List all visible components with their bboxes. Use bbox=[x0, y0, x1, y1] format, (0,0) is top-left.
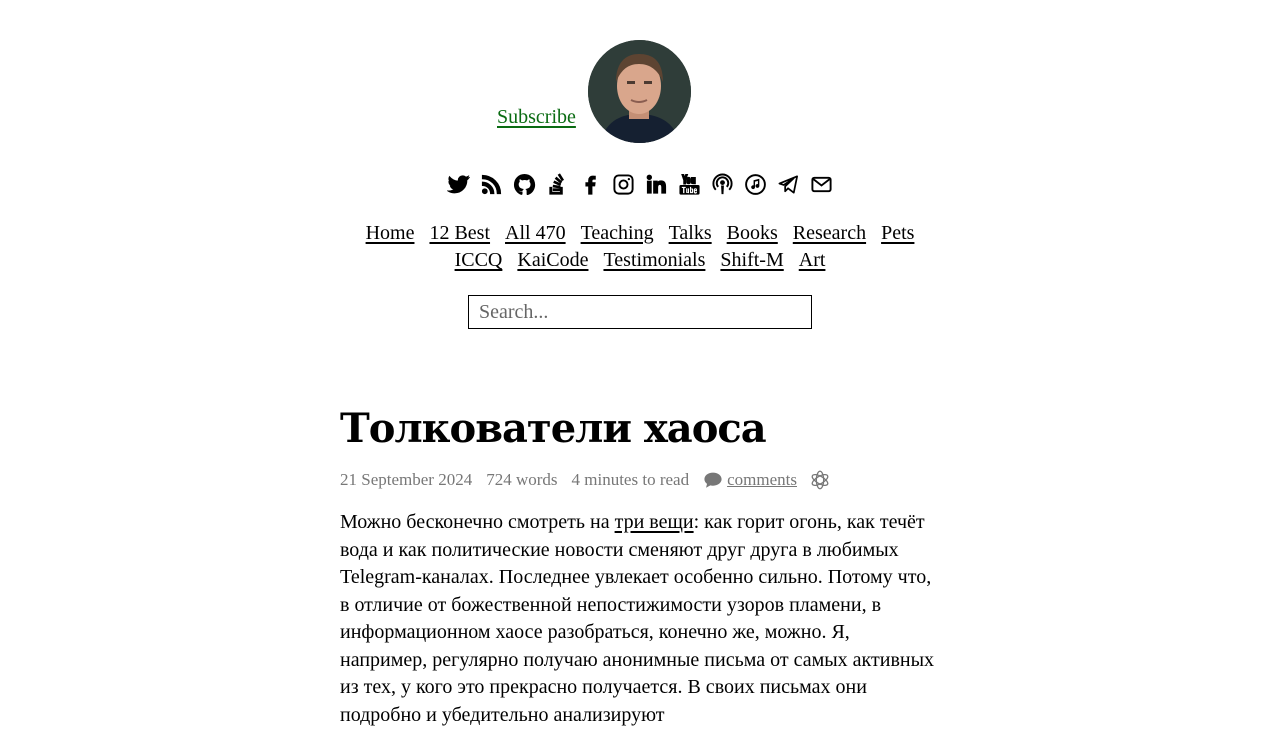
github-icon[interactable] bbox=[513, 172, 537, 196]
subscribe-link[interactable]: Subscribe bbox=[497, 106, 576, 129]
stackoverflow-icon[interactable] bbox=[546, 172, 570, 196]
social-links bbox=[0, 172, 1280, 198]
nav-books[interactable]: Books bbox=[727, 222, 778, 244]
rss-icon[interactable] bbox=[480, 172, 504, 196]
nav-all-470[interactable]: All 470 bbox=[505, 222, 566, 244]
comment-icon[interactable] bbox=[703, 471, 723, 489]
nav-home[interactable]: Home bbox=[366, 222, 415, 244]
nav-shift-m[interactable]: Shift-M bbox=[720, 249, 783, 271]
article-title: Толкователи хаоса bbox=[340, 405, 767, 452]
nav-testimonials[interactable]: Testimonials bbox=[603, 249, 705, 271]
nav-art[interactable]: Art bbox=[799, 249, 826, 271]
word-count: 724 words bbox=[486, 470, 558, 489]
nav-pets[interactable]: Pets bbox=[881, 222, 914, 244]
comments-link[interactable]: comments bbox=[727, 470, 797, 490]
nav-research[interactable]: Research bbox=[793, 222, 866, 244]
nav-teaching[interactable]: Teaching bbox=[581, 222, 654, 244]
facebook-icon[interactable] bbox=[579, 172, 603, 196]
paragraph-text: : как горит огонь, как течёт вода и как … bbox=[340, 511, 935, 726]
nav-12-best[interactable]: 12 Best bbox=[429, 222, 490, 244]
podcast-icon[interactable] bbox=[711, 172, 735, 196]
site-header: Subscribe bbox=[0, 40, 1280, 144]
instagram-icon[interactable] bbox=[612, 172, 636, 196]
telegram-icon[interactable] bbox=[777, 172, 801, 196]
search-input[interactable] bbox=[468, 295, 812, 329]
music-icon[interactable] bbox=[744, 172, 768, 196]
article: Толкователи хаоса 21 September 2024 724 … bbox=[340, 405, 940, 749]
twitter-icon[interactable] bbox=[447, 172, 471, 196]
nav-kaicode[interactable]: KaiCode bbox=[517, 249, 588, 271]
avatar[interactable] bbox=[588, 40, 691, 143]
chatgpt-icon[interactable] bbox=[809, 469, 831, 491]
nav-row: ICCQ KaiCode Testimonials Shift-M Art bbox=[340, 247, 940, 274]
article-meta: 21 September 2024 724 words 4 minutes to… bbox=[340, 467, 940, 493]
main-nav: Home 12 Best All 470 Teaching Talks Book… bbox=[340, 220, 940, 274]
youtube-icon[interactable] bbox=[678, 172, 702, 196]
read-time: 4 minutes to read bbox=[571, 470, 690, 489]
nav-row: Home 12 Best All 470 Teaching Talks Book… bbox=[340, 220, 940, 247]
linkedin-icon[interactable] bbox=[645, 172, 669, 196]
paragraph-text: Можно бесконечно смотреть на bbox=[340, 511, 615, 533]
three-things-link[interactable]: три вещи bbox=[615, 511, 694, 533]
article-date: 21 September 2024 bbox=[340, 470, 473, 489]
email-icon[interactable] bbox=[810, 172, 834, 196]
nav-iccq[interactable]: ICCQ bbox=[455, 249, 503, 271]
nav-talks[interactable]: Talks bbox=[669, 222, 712, 244]
article-paragraph: Можно бесконечно смотреть на три вещи: к… bbox=[340, 509, 940, 729]
